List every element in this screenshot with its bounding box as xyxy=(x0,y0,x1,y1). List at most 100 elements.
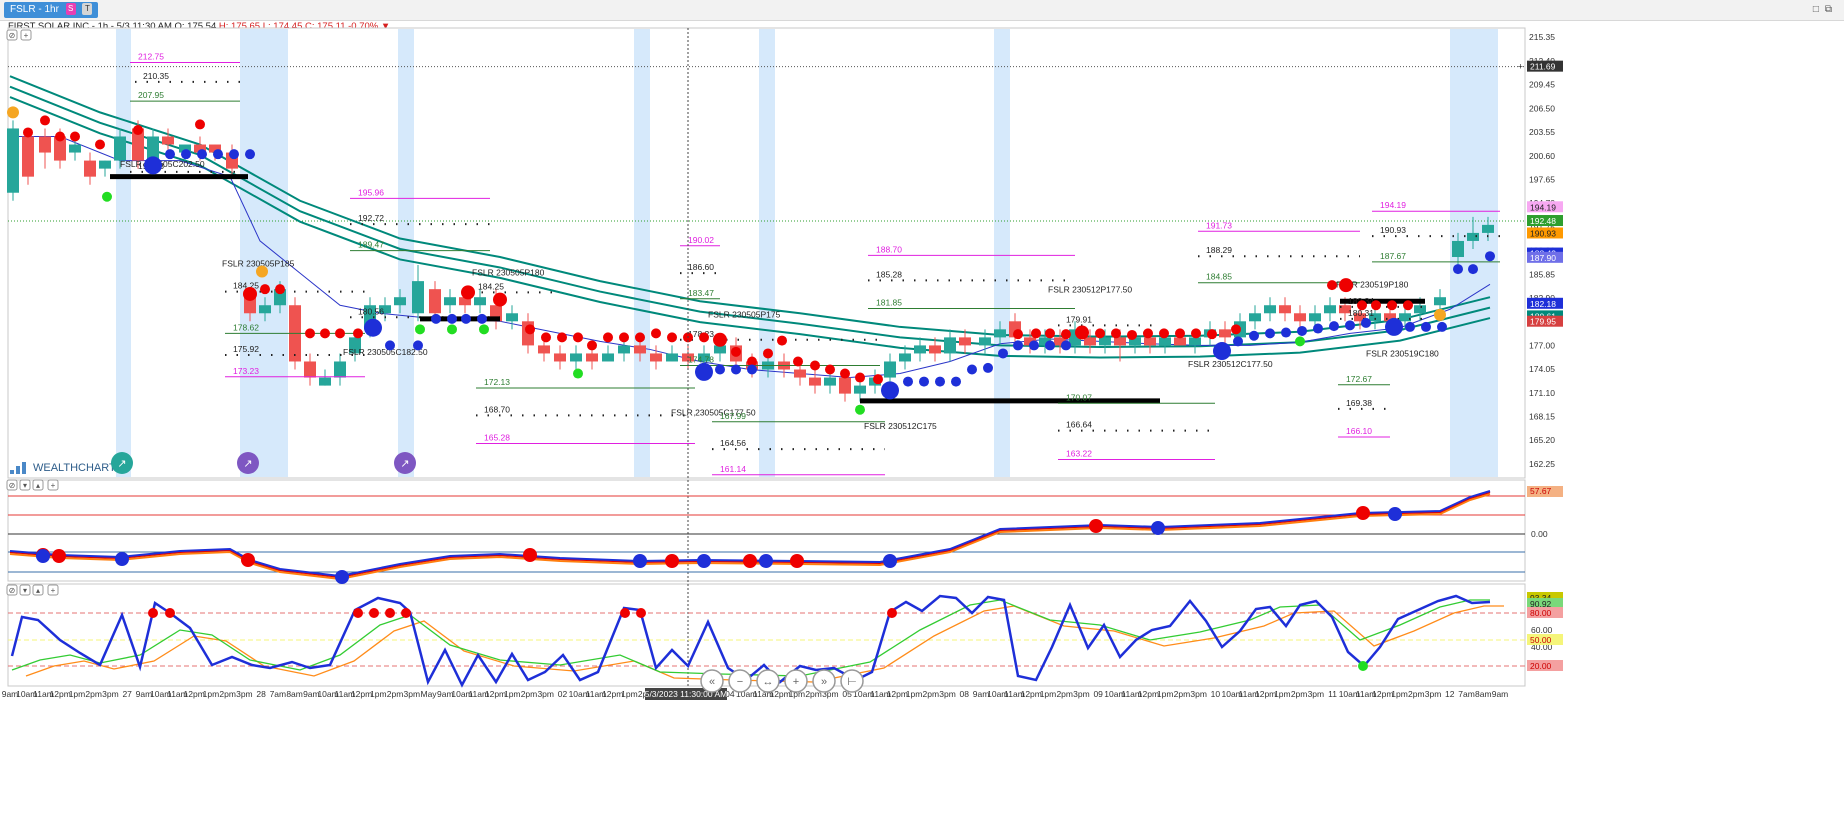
buy-signal-dot xyxy=(731,364,741,375)
buy-signal-dot xyxy=(1233,336,1243,347)
buy-signal-dot xyxy=(1265,328,1275,339)
osc1-blue-dot xyxy=(883,554,897,568)
price-label-value: 190.93 xyxy=(1530,228,1556,238)
sell-signal-dot xyxy=(275,284,285,295)
candle-body xyxy=(1324,305,1336,314)
time-axis-label: 3pm xyxy=(236,689,253,699)
option-level-label: 172.67 xyxy=(1346,374,1372,384)
buy-signal-dot xyxy=(1029,340,1039,351)
sell-signal-dot xyxy=(1095,328,1105,339)
osc1-red-dot xyxy=(241,553,255,567)
buy-signal-dot xyxy=(1437,321,1447,332)
option-level-label: 164.56 xyxy=(720,438,746,448)
candle-body xyxy=(1452,240,1464,258)
buy-signal-dot xyxy=(165,149,175,160)
buy-signal-dot xyxy=(1281,327,1291,338)
candle-body xyxy=(899,353,911,362)
price-tick-label: 215.35 xyxy=(1529,32,1555,42)
sell-signal-dot xyxy=(55,131,65,142)
candle-body xyxy=(1159,337,1171,346)
time-axis-label: 12pm xyxy=(1372,689,1393,699)
sell-signal-dot xyxy=(651,328,661,339)
sell-signal-dot xyxy=(243,286,257,301)
hide-panel-icon: ⊘ xyxy=(9,31,16,40)
price-tick-label: 165.20 xyxy=(1529,435,1555,445)
sell-signal-dot xyxy=(40,115,50,126)
time-axis-label: 08 xyxy=(960,689,970,699)
option-level-label: 194.19 xyxy=(1380,200,1406,210)
sell-signal-dot xyxy=(1159,328,1169,339)
time-axis-label: 1pm xyxy=(370,689,387,699)
candle-body xyxy=(554,353,566,362)
candle-body xyxy=(914,345,926,354)
buy-signal-dot xyxy=(1453,264,1463,275)
nav-button-icon: − xyxy=(737,676,743,688)
expand-panel-icon: ▴ xyxy=(36,586,40,595)
time-axis-label: 12pm xyxy=(887,689,908,699)
sell-signal-dot xyxy=(133,125,143,136)
green-signal-dot xyxy=(855,404,865,415)
osc2-value-label: 20.00 xyxy=(1530,661,1552,671)
collapse-panel-icon: ▾ xyxy=(23,481,27,490)
candle-body xyxy=(39,136,51,153)
time-axis-label: 2pm xyxy=(219,689,236,699)
option-level-label: 173.23 xyxy=(233,366,259,376)
time-axis-label: 12pm xyxy=(1255,689,1276,699)
option-level-label: 212.75 xyxy=(138,52,164,62)
sell-signal-dot xyxy=(1387,300,1397,311)
collapse-panel-icon: ▾ xyxy=(23,586,27,595)
candle-body xyxy=(1174,337,1186,346)
green-signal-dot xyxy=(479,324,489,335)
time-axis-label: 1pm xyxy=(69,689,86,699)
candle-body xyxy=(650,353,662,362)
sell-signal-dot xyxy=(810,360,820,371)
osc1-value-label: 57.67 xyxy=(1530,486,1552,496)
sell-signal-dot xyxy=(23,127,33,138)
time-axis-label: 11 xyxy=(1328,689,1337,699)
add-panel-icon: + xyxy=(24,31,29,40)
sell-signal-dot xyxy=(840,368,850,379)
buy-signal-dot xyxy=(197,149,207,160)
price-tick-label: 200.60 xyxy=(1529,151,1555,161)
time-axis-label: 02 xyxy=(558,689,568,699)
green-signal-dot xyxy=(447,324,457,335)
orange-signal-dot xyxy=(1434,308,1446,321)
osc2-value-label: 80.00 xyxy=(1530,608,1552,618)
option-level-label: 174.78 xyxy=(688,355,714,365)
sell-signal-dot xyxy=(305,328,315,339)
buy-signal-dot xyxy=(447,313,457,324)
time-axis-label: 1pm xyxy=(1040,689,1057,699)
buy-signal-dot xyxy=(1313,323,1323,334)
candle-body xyxy=(1309,313,1321,322)
candle-body xyxy=(444,297,456,306)
sell-signal-dot xyxy=(1031,328,1041,339)
sell-signal-dot xyxy=(1013,329,1023,340)
candle-body xyxy=(854,385,866,394)
sell-signal-dot xyxy=(855,372,865,383)
sell-signal-dot xyxy=(1327,280,1337,291)
sell-signal-dot xyxy=(667,332,677,343)
session-highlight-band xyxy=(994,29,1010,477)
sell-signal-dot xyxy=(1111,328,1121,339)
sell-signal-dot xyxy=(699,332,709,343)
candle-body xyxy=(570,353,582,362)
stoch-red-dot xyxy=(887,608,897,618)
chart-canvas[interactable]: ⊘+⊘▾▴+⊘▾▴+215.35212.40209.45206.50203.55… xyxy=(0,0,1844,827)
logo-bar-icon xyxy=(16,466,20,474)
sell-signal-dot xyxy=(260,284,270,295)
candle-body xyxy=(1482,224,1494,233)
candle-body xyxy=(959,337,971,346)
candle-body xyxy=(319,377,331,386)
candle-body xyxy=(1219,329,1231,338)
time-axis-label: 3pm xyxy=(1073,689,1090,699)
session-highlight-band xyxy=(634,29,650,477)
candle-body xyxy=(944,337,956,354)
session-highlight-band xyxy=(398,29,414,477)
osc1-red-dot xyxy=(52,549,66,563)
price-tick-label: 177.00 xyxy=(1529,340,1555,350)
orange-signal-dot xyxy=(256,265,268,278)
option-level-label: 190.93 xyxy=(1380,225,1406,235)
buy-signal-dot xyxy=(413,340,423,351)
option-level-label: 181.85 xyxy=(876,297,902,307)
sell-signal-dot xyxy=(587,340,597,351)
